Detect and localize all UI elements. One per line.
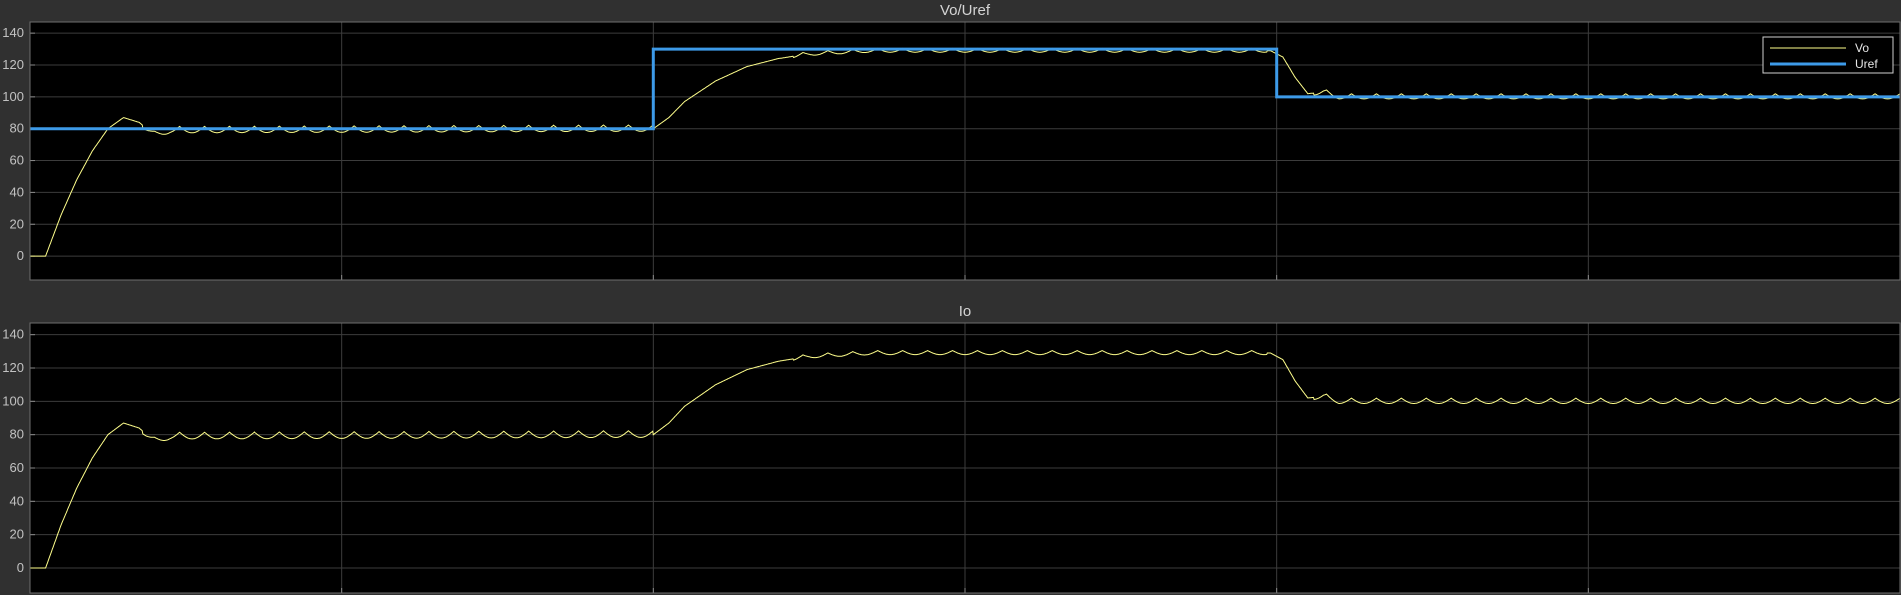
y-tick-label: 40 bbox=[10, 184, 24, 199]
y-tick-label: 0 bbox=[17, 248, 24, 263]
y-tick-label: 60 bbox=[10, 460, 24, 475]
legend: Vo Uref bbox=[1762, 36, 1894, 74]
y-tick-label: 100 bbox=[2, 89, 24, 104]
scope-figure: 0 20 40 60 80 100 120 140 Vo/Uref Vo Uref 0 20 40… bbox=[0, 0, 1901, 595]
y-tick-label: 120 bbox=[2, 57, 24, 72]
y-tick-label: 100 bbox=[2, 393, 24, 408]
y-tick-label: 0 bbox=[17, 560, 24, 575]
y-tick-label: 20 bbox=[10, 216, 24, 231]
chart-title: Io bbox=[959, 303, 972, 320]
axes-io: 0 20 40 60 80 100 120 140 Io bbox=[2, 303, 1901, 594]
y-tick-label: 120 bbox=[2, 360, 24, 375]
chart-title: Vo/Uref bbox=[940, 2, 991, 19]
y-tick-label: 140 bbox=[2, 327, 24, 342]
y-tick-label: 60 bbox=[10, 153, 24, 168]
legend-label-uref: Uref bbox=[1855, 57, 1878, 71]
y-tick-label: 80 bbox=[10, 427, 24, 442]
legend-label-vo: Vo bbox=[1855, 41, 1869, 55]
y-tick-label: 140 bbox=[2, 25, 24, 40]
y-tick-label: 20 bbox=[10, 527, 24, 542]
y-tick-label: 80 bbox=[10, 121, 24, 136]
axes-vo-uref: 0 20 40 60 80 100 120 140 Vo/Uref Vo Uref bbox=[2, 2, 1901, 281]
y-tick-label: 40 bbox=[10, 493, 24, 508]
